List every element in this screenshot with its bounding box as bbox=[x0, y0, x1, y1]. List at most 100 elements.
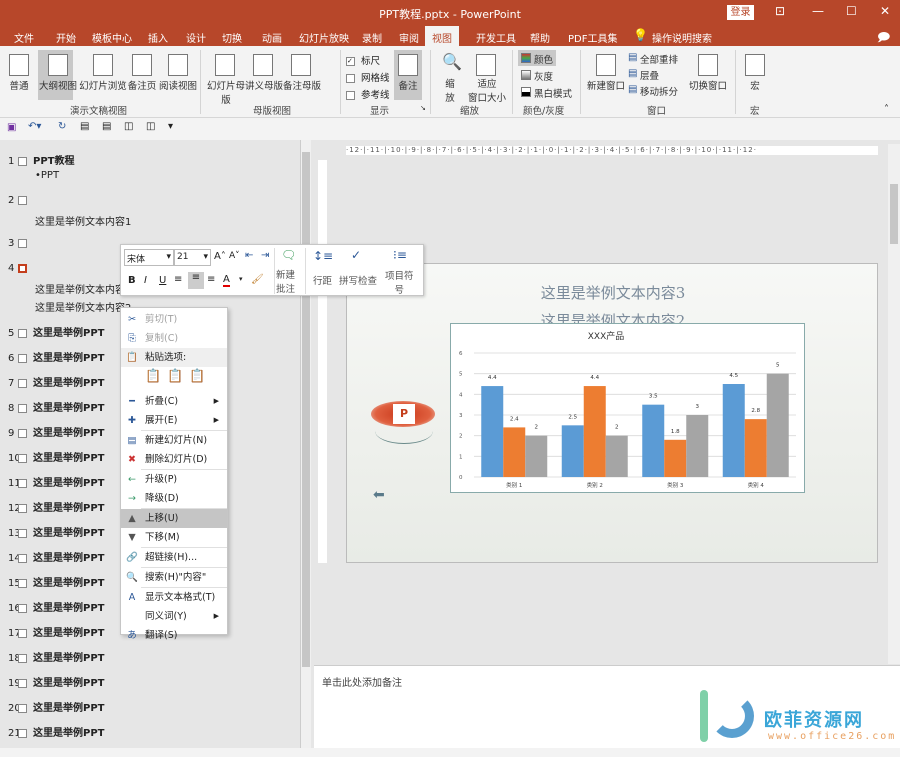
shrink-font-icon[interactable]: A˅ bbox=[229, 251, 240, 261]
slide-icon[interactable] bbox=[18, 478, 27, 488]
view-reading-button[interactable]: 阅读视图 bbox=[158, 78, 198, 92]
bullets-icon[interactable]: ⁝≡ bbox=[393, 248, 407, 262]
checkbox-gridlines[interactable]: 网格线 bbox=[346, 70, 396, 84]
slide-icon[interactable] bbox=[18, 603, 27, 613]
new-window-button[interactable]: 新建窗口 bbox=[584, 78, 628, 92]
font-size-select[interactable]: 21 ▾ bbox=[174, 249, 211, 266]
decrease-indent-icon[interactable]: ⇤ bbox=[245, 250, 253, 261]
slide-title[interactable]: 这里是举例PPT bbox=[33, 678, 104, 689]
tab-3[interactable]: 插入 bbox=[148, 30, 168, 45]
switch-window-button[interactable]: 切换窗口 bbox=[686, 78, 730, 92]
window-option-button-1[interactable]: 全部重排 bbox=[640, 52, 678, 66]
align-right-icon[interactable]: ≡ bbox=[207, 274, 215, 285]
outline-slide-1[interactable]: 1 PPT教程 bbox=[8, 152, 74, 167]
slide-icon[interactable] bbox=[18, 578, 27, 588]
slide-title[interactable]: 这里是举例PPT bbox=[33, 528, 104, 539]
context-menu-item-14[interactable]: 同义词(Y) ▶ bbox=[121, 607, 227, 626]
outline-slide-11[interactable]: 11 这里是举例PPT bbox=[8, 474, 104, 489]
slide-icon[interactable] bbox=[18, 703, 27, 713]
view-outline-button[interactable]: 大纲视图 bbox=[38, 78, 78, 92]
outline-slide-2[interactable]: 2 bbox=[8, 195, 33, 206]
presenter-icon[interactable]: ◫ bbox=[146, 121, 155, 132]
context-menu-item-7[interactable]: ← 升级(P) bbox=[121, 470, 227, 489]
slide-icon[interactable] bbox=[18, 728, 27, 738]
slide-title[interactable]: 这里是举例PPT bbox=[33, 553, 104, 564]
outline-slide-19[interactable]: 19 这里是举例PPT bbox=[8, 674, 104, 689]
spell-check-icon[interactable]: ✓ bbox=[351, 248, 361, 262]
context-menu-item-4[interactable]: ✚ 展开(E) ▶ bbox=[121, 411, 227, 430]
tab-5[interactable]: 切换 bbox=[222, 30, 242, 45]
outline-slide-15[interactable]: 15 这里是举例PPT bbox=[8, 574, 104, 589]
increase-indent-icon[interactable]: ⇥ bbox=[261, 250, 269, 261]
slide-title[interactable]: 这里是举例PPT bbox=[33, 453, 104, 464]
outline-slide-6[interactable]: 6 这里是举例PPT bbox=[8, 349, 104, 364]
paste-keep-formatting-icon[interactable]: 📋 bbox=[145, 369, 161, 384]
outline-slide-16[interactable]: 16 这里是举例PPT bbox=[8, 599, 104, 614]
outline-text[interactable]: •PPT bbox=[35, 170, 59, 181]
color-button[interactable]: 颜色 bbox=[534, 52, 553, 66]
paste-merge-icon[interactable]: 📋 bbox=[167, 369, 183, 384]
slide-title[interactable]: 这里是举例PPT bbox=[33, 478, 104, 489]
outline-scrollbar[interactable] bbox=[300, 140, 311, 748]
slide-icon[interactable] bbox=[18, 628, 27, 638]
outline-slide-21[interactable]: 21 这里是举例PPT bbox=[8, 724, 104, 739]
slide-title[interactable]: 这里是举例PPT bbox=[33, 503, 104, 514]
master-view-button-2[interactable]: 备注母版 bbox=[282, 78, 322, 92]
slideshow-icon[interactable]: ◫ bbox=[124, 121, 133, 132]
outline-text[interactable]: 这里是举例文本内容3 bbox=[35, 281, 131, 296]
redo-icon[interactable]: ↻ bbox=[58, 121, 66, 132]
tab-2[interactable]: 模板中心 bbox=[92, 30, 132, 45]
slide-icon[interactable] bbox=[18, 678, 27, 688]
tab-13[interactable]: PDF工具集 bbox=[568, 30, 617, 45]
line-spacing-icon[interactable]: ↕≡ bbox=[313, 249, 333, 263]
outline-text[interactable]: 这里是举例文本内容2 bbox=[35, 299, 131, 314]
close-button[interactable]: ✕ bbox=[880, 4, 890, 18]
paste-text-only-icon[interactable]: 📋 bbox=[189, 369, 205, 384]
slide-icon[interactable] bbox=[18, 403, 27, 413]
slide-title[interactable]: 这里是举例PPT bbox=[33, 328, 104, 339]
gridlines-checkbox-box[interactable] bbox=[346, 74, 355, 83]
new-comment-icon[interactable]: 🗨 bbox=[281, 248, 296, 262]
slide-icon[interactable] bbox=[18, 453, 27, 463]
slide-icon[interactable] bbox=[18, 528, 27, 538]
slide-title[interactable]: 这里是举例PPT bbox=[33, 728, 104, 739]
macros-button[interactable]: 宏 bbox=[745, 78, 765, 92]
slide-title[interactable]: 这里是举例PPT bbox=[33, 428, 104, 439]
collapse-ribbon-icon[interactable]: ˄ bbox=[884, 104, 889, 115]
context-menu-item-8[interactable]: → 降级(D) bbox=[121, 489, 227, 508]
context-menu-item-3[interactable]: ━ 折叠(C) ▶ bbox=[121, 392, 227, 411]
grow-font-icon[interactable]: A˄ bbox=[214, 251, 226, 262]
slide-title[interactable]: 这里是举例PPT bbox=[33, 403, 104, 414]
line-spacing-button[interactable]: 行距 bbox=[313, 273, 332, 287]
tab-9[interactable]: 审阅 bbox=[399, 30, 419, 45]
slide-text-line-1[interactable]: 这里是举例文本内容3 bbox=[347, 282, 879, 303]
checkbox-guides[interactable]: 参考线 bbox=[346, 87, 396, 101]
save-icon[interactable]: ▣ bbox=[7, 122, 16, 133]
context-menu-item-10[interactable]: ▼ 下移(M) bbox=[121, 528, 227, 547]
editor-scrollbar[interactable] bbox=[888, 144, 900, 664]
tab-6[interactable]: 动画 bbox=[262, 30, 282, 45]
checkbox-ruler[interactable]: ✓ 标尺 bbox=[346, 53, 396, 67]
outline-slide-10[interactable]: 10 这里是举例PPT bbox=[8, 449, 104, 464]
window-option-button-2[interactable]: 层叠 bbox=[640, 68, 659, 82]
tab-10[interactable]: 视图 bbox=[425, 26, 459, 46]
notes-button[interactable]: 备注 bbox=[394, 78, 422, 92]
font-color-icon[interactable]: A bbox=[223, 274, 230, 287]
from-beginning-icon[interactable]: ▤ bbox=[80, 121, 89, 132]
context-menu-item-13[interactable]: A 显示文本格式(T) bbox=[121, 588, 227, 607]
fit-window-button[interactable]: 适应 窗口大小 bbox=[466, 76, 508, 104]
new-comment-button[interactable]: 新建 批注 bbox=[276, 267, 295, 295]
italic-button[interactable]: I bbox=[144, 275, 147, 286]
slide-icon[interactable] bbox=[18, 378, 27, 388]
context-menu-item-5[interactable]: ▤ 新建幻灯片(N) bbox=[121, 431, 227, 450]
guides-checkbox-box[interactable] bbox=[346, 91, 355, 100]
slide-title[interactable]: PPT教程 bbox=[33, 156, 74, 167]
slide-title[interactable]: 这里是举例PPT bbox=[33, 578, 104, 589]
ruler-checkbox-box[interactable]: ✓ bbox=[346, 57, 355, 66]
tab-0[interactable]: 文件 bbox=[14, 30, 34, 45]
outline-slide-8[interactable]: 8 这里是举例PPT bbox=[8, 399, 104, 414]
context-menu-item-6[interactable]: ✖ 删除幻灯片(D) bbox=[121, 450, 227, 469]
ribbon-display-icon[interactable]: ⊡ bbox=[775, 4, 785, 18]
align-center-icon[interactable]: ≡ bbox=[188, 272, 204, 289]
outline-text[interactable]: 这里是举例文本内容1 bbox=[35, 213, 131, 228]
